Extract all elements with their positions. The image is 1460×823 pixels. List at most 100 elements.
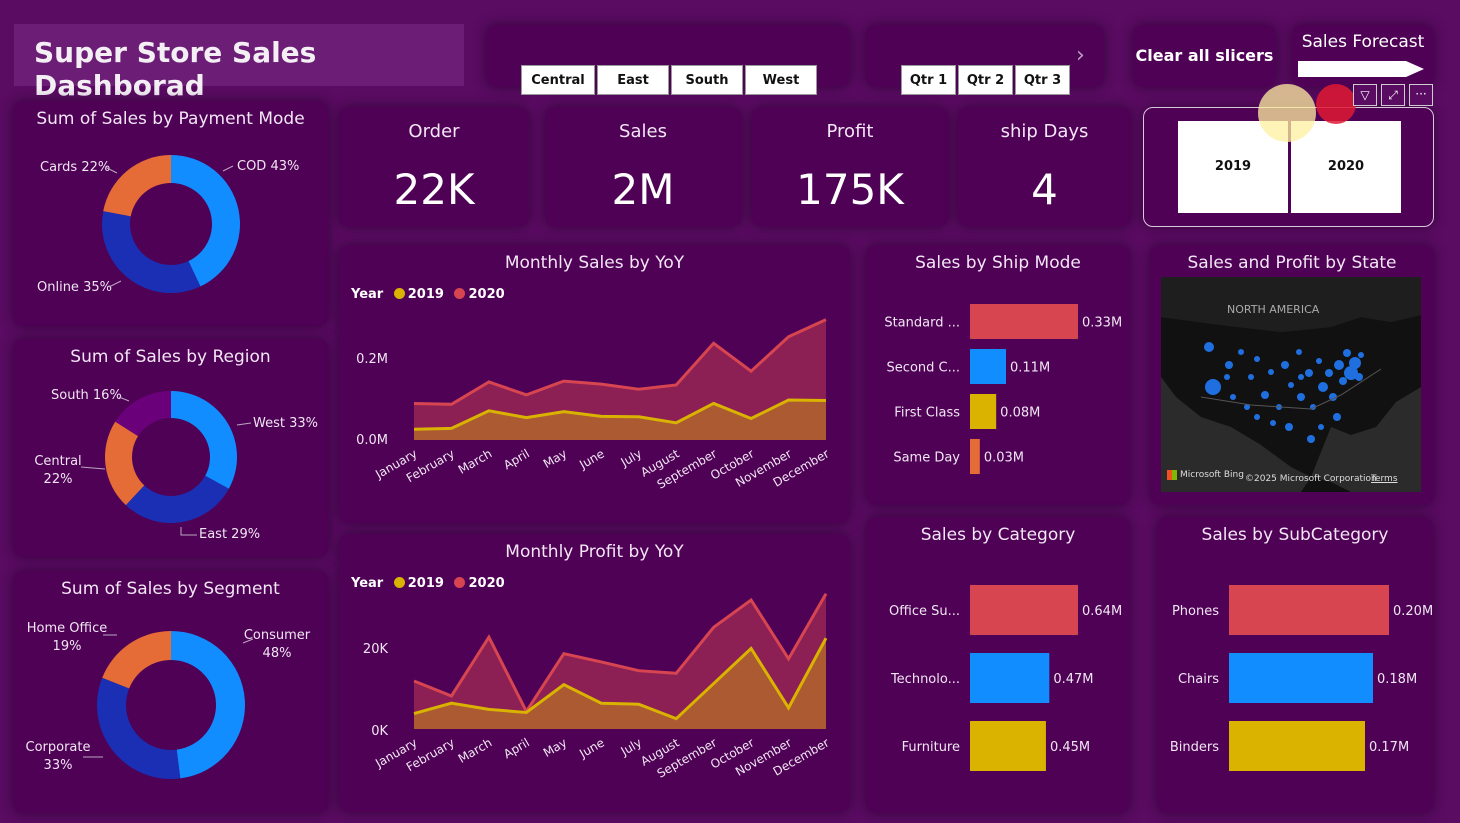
map-copyright: ©2025 Microsoft Corporation <box>1245 474 1377 484</box>
monthly-profit-chart: 0K20KJanuaryFebruaryMarch April May June Jul… <box>363 593 832 781</box>
map-bubble <box>1204 342 1214 352</box>
clear-slicers-button[interactable]: Clear all slicers <box>1133 25 1276 87</box>
bar-category-label: Technolo... <box>890 672 960 687</box>
bar-category-label: Furniture <box>902 740 960 755</box>
slicer-qtr3[interactable]: Qtr 3 <box>1015 65 1070 95</box>
kpi-sales-label: Sales <box>619 121 667 142</box>
kpi-profit-value: 175K <box>796 165 904 214</box>
kpi-profit-card: Profit 175K <box>752 107 948 227</box>
category-chart: Office Su... 0.64M Technolo... 0.47M Furnitu… <box>889 585 1122 771</box>
bar <box>970 721 1046 771</box>
x-tick-label: June <box>576 446 607 472</box>
kpi-shipdays-value: 4 <box>1031 165 1058 214</box>
map-bubble <box>1318 424 1324 430</box>
bar <box>1229 585 1389 635</box>
y-tick-label: 0.2M <box>356 352 388 367</box>
slice-label: 33% <box>44 758 73 773</box>
payment-mode-donut: COD 43% Online 35% Cards 22% <box>37 155 299 295</box>
bar-value-label: 0.64M <box>1082 604 1122 619</box>
subcategory-chart: Phones 0.20M Chairs 0.18M Binders 0.17M <box>1170 585 1433 771</box>
map-terms-link[interactable]: Terms <box>1371 474 1398 484</box>
map-bubble <box>1307 435 1315 443</box>
kpi-order-card: Order 22K <box>339 107 529 227</box>
slice-label: Consumer <box>244 628 311 643</box>
sales-forecast-button[interactable]: Sales Forecast <box>1292 25 1434 87</box>
kpi-shipdays-label: ship Days <box>1000 121 1089 142</box>
slicer-region-south[interactable]: South <box>671 65 743 95</box>
cursor-highlight <box>1258 84 1316 142</box>
clear-slicers-label: Clear all slicers <box>1135 46 1274 65</box>
x-tick-label: May <box>541 446 569 471</box>
map-bubble <box>1281 361 1289 369</box>
leader-line <box>80 466 106 470</box>
category-panel: Sales by Category Office Su... 0.64M Techn… <box>866 517 1130 813</box>
region-panel: Sum of Sales by Region West 33% East 29% C… <box>13 339 328 557</box>
kpi-order-value: 22K <box>393 165 475 214</box>
kpi-order-label: Order <box>408 121 460 142</box>
forecast-arrow-icon <box>1298 61 1424 77</box>
ship-mode-panel: Sales by Ship Mode Standard ... 0.33M Seco… <box>866 245 1130 505</box>
click-indicator <box>1316 84 1356 124</box>
slicer-qtr2[interactable]: Qtr 2 <box>958 65 1013 95</box>
y-tick-label: 0K <box>371 724 388 739</box>
bar <box>970 653 1050 703</box>
slicer-region-west[interactable]: West <box>745 65 817 95</box>
map-bubble <box>1254 356 1260 362</box>
map-bubble <box>1285 423 1293 431</box>
bar-category-label: Phones <box>1172 604 1219 619</box>
map-bubble <box>1230 394 1236 400</box>
donut-slice <box>102 211 201 293</box>
year-slicer: 2019 2020 <box>1143 84 1434 227</box>
dashboard-title-box: Super Store Sales Dashborad <box>14 24 464 102</box>
donut-slice <box>171 631 246 779</box>
bar-category-label: Standard ... <box>884 316 960 331</box>
map-bubble <box>1268 369 1274 375</box>
map-canvas[interactable]: NORTH AMERICA Microsoft Bing ©2025 Micro… <box>1161 277 1421 492</box>
bar-category-label: Second C... <box>887 361 960 376</box>
slicer-region-east[interactable]: East <box>597 65 669 95</box>
donut-slice <box>97 677 181 779</box>
bar-value-label: 0.47M <box>1053 672 1093 687</box>
bar-value-label: 0.18M <box>1377 672 1417 687</box>
slicer-region-central[interactable]: Central <box>521 65 595 95</box>
map-bubble <box>1358 352 1364 358</box>
donut-slice <box>171 391 238 489</box>
slice-label: COD 43% <box>237 159 299 174</box>
map-bubble <box>1305 369 1313 377</box>
bar <box>970 349 1006 384</box>
map-bubble <box>1205 379 1221 395</box>
slice-label: South 16% <box>51 388 122 403</box>
slice-label: 48% <box>263 646 292 661</box>
donut-slice <box>103 155 171 217</box>
bar-value-label: 0.17M <box>1369 740 1409 755</box>
slice-label: East 29% <box>199 527 260 542</box>
leader-line <box>180 527 197 536</box>
sales-forecast-label: Sales Forecast <box>1301 32 1425 52</box>
filter-icon[interactable]: ▽ <box>1353 84 1377 106</box>
kpi-sales-value: 2M <box>611 165 675 214</box>
slice-label: 22% <box>44 472 73 487</box>
ship-mode-chart: Standard ... 0.33M Second C... 0.11M First C… <box>884 304 1122 474</box>
slicer-qtr1[interactable]: Qtr 1 <box>901 65 956 95</box>
chevron-right-icon[interactable]: › <box>1076 43 1085 68</box>
x-tick-label: May <box>541 735 569 760</box>
quarter-slicer: Qtr 1 Qtr 2 Qtr 3 › <box>866 25 1104 95</box>
kpi-shipdays-card: ship Days 4 <box>958 107 1131 227</box>
bar <box>1229 653 1373 703</box>
bar-value-label: 0.08M <box>1000 406 1040 421</box>
region-slicer: Central East South West <box>486 25 850 95</box>
map-bubble <box>1238 349 1244 355</box>
map-bubble <box>1298 374 1304 380</box>
more-options-icon[interactable]: ··· <box>1409 84 1433 106</box>
slicer-year-2020[interactable]: 2020 <box>1291 121 1401 213</box>
x-tick-label: March <box>456 446 495 476</box>
x-tick-label: April <box>501 735 532 761</box>
donut-slice <box>102 631 171 689</box>
map-bubble <box>1270 420 1276 426</box>
subcategory-panel: Sales by SubCategory Phones 0.20M Chairs 0.… <box>1157 517 1433 813</box>
y-tick-label: 0.0M <box>356 433 388 448</box>
focus-mode-icon[interactable]: ⤢ <box>1381 84 1405 106</box>
bar-category-label: Office Su... <box>889 604 960 619</box>
dashboard-title: Super Store Sales Dashborad <box>34 36 317 102</box>
bar-value-label: 0.45M <box>1050 740 1090 755</box>
